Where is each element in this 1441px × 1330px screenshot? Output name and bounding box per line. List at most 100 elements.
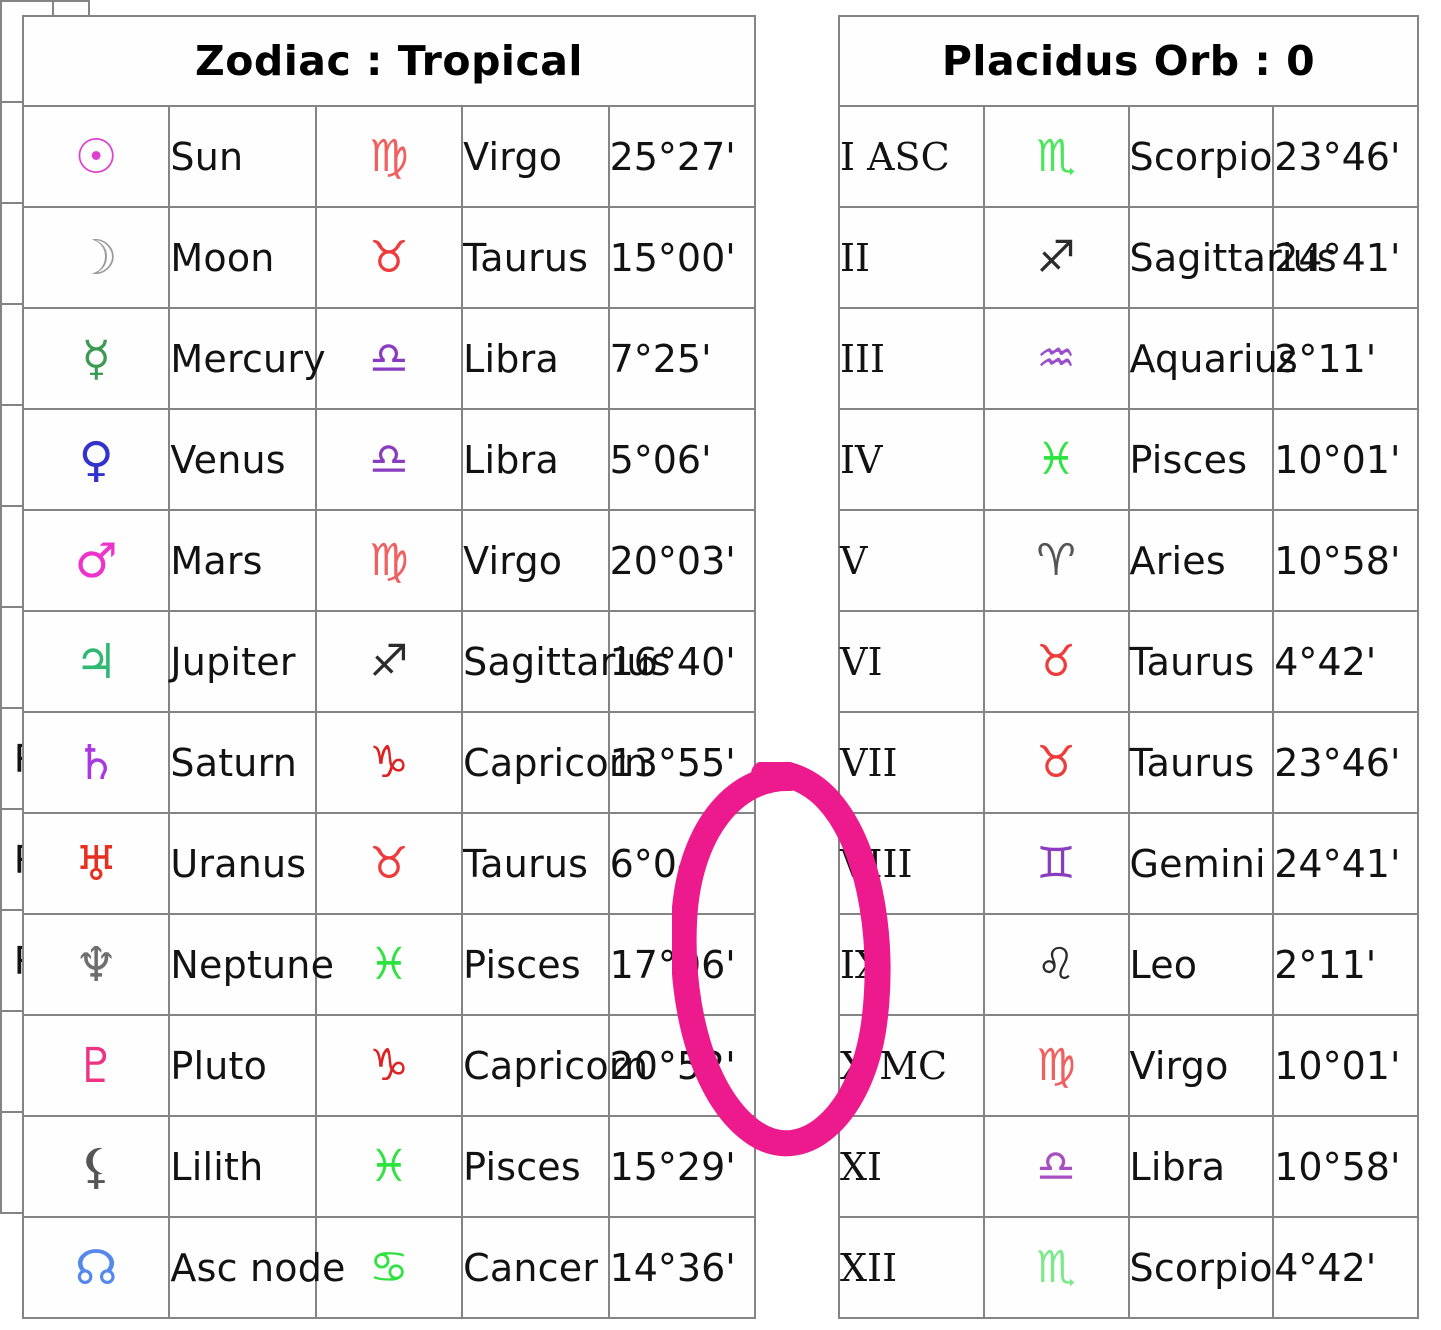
- planet-glyph-cell: ☽: [21, 206, 171, 309]
- table-row: X MC ♍ Virgo 10°01': [838, 1014, 1419, 1117]
- planet-glyph-cell: ♂: [21, 509, 171, 612]
- jupiter-symbol: ♃: [74, 633, 118, 690]
- house-number: IX: [838, 913, 985, 1016]
- planet-glyph-cell: ♃: [21, 610, 171, 713]
- uranus-symbol: ♅: [74, 835, 118, 892]
- planet-degree: 6°04': [607, 812, 757, 915]
- table-row: XII ♏ Scorpio 4°42': [838, 1216, 1419, 1319]
- planet-glyph-cell: ♀: [21, 408, 171, 511]
- planet-name: Uranus: [168, 812, 317, 915]
- neptune-symbol: ♆: [74, 936, 118, 993]
- zodiac-sign-glyph-cell: ♎: [982, 1115, 1130, 1218]
- planet-glyph-cell: ♅: [21, 812, 171, 915]
- venus-symbol: ♀: [78, 431, 114, 488]
- zodiac-sign-glyph-cell: ♑: [314, 711, 464, 814]
- planet-glyph-cell: ♄: [21, 711, 171, 814]
- zodiac-sign-glyph-cell: ♊: [982, 812, 1130, 915]
- table-row: ♅ Uranus ♉ Taurus 6°04': [21, 812, 757, 915]
- zodiac-sign-name: Taurus: [1127, 711, 1275, 814]
- zodiac-sign-glyph-cell: ♒: [982, 307, 1130, 410]
- planet-degree: 16°40': [607, 610, 757, 713]
- zodiac-sign-name: Libra: [461, 307, 610, 410]
- zodiac-sign-name: Taurus: [461, 206, 610, 309]
- table-row: XI ♎ Libra 10°58': [838, 1115, 1419, 1218]
- zodiac-sign-glyph-cell: ♑: [314, 1014, 464, 1117]
- taurus-symbol: ♉: [369, 231, 409, 283]
- moon-symbol: ☽: [74, 229, 118, 286]
- table-row: ☉ Sun ♍ Virgo 25°27': [21, 105, 757, 208]
- table-row: IX ♌ Leo 2°11': [838, 913, 1419, 1016]
- table-row: ☊ Asc node ♋ Cancer 14°36': [21, 1216, 757, 1319]
- zodiac-sign-name: Aquarius: [1127, 307, 1298, 410]
- house-number: XII: [838, 1216, 985, 1319]
- planet-degree: 15°29': [607, 1115, 757, 1218]
- planets-table: Zodiac : Tropical ☉ Sun ♍ Virgo 25°27' ☽ Moon ♉…: [21, 15, 757, 1319]
- house-number: VI: [838, 610, 985, 713]
- planets-header-row: Zodiac : Tropical: [22, 15, 756, 107]
- table-row: ♀ Venus ♎ Libra 5°06': [21, 408, 757, 511]
- pisces-symbol: ♓: [1036, 433, 1076, 485]
- house-degree: 2°11': [1272, 307, 1419, 410]
- house-number: IV: [838, 408, 985, 511]
- zodiac-sign-name: Gemini: [1127, 812, 1275, 915]
- zodiac-sign-glyph-cell: ♈: [982, 509, 1130, 612]
- zodiac-sign-glyph-cell: ♓: [314, 913, 464, 1016]
- zodiac-sign-glyph-cell: ♓: [314, 1115, 464, 1218]
- lilith-symbol: ⚸: [78, 1138, 114, 1195]
- planet-degree: 14°36': [607, 1216, 757, 1319]
- house-number: X MC: [838, 1014, 985, 1117]
- table-row: ♇ Pluto ♑ Capricorn 20°52': [21, 1014, 757, 1117]
- aries-symbol: ♈: [1036, 534, 1076, 586]
- house-number: I ASC: [838, 105, 985, 208]
- planet-degree: 5°06': [607, 408, 757, 511]
- table-row: V ♈ Aries 10°58': [838, 509, 1419, 612]
- virgo-symbol: ♍: [1036, 1039, 1076, 1091]
- libra-symbol: ♎: [369, 433, 409, 485]
- zodiac-sign-glyph-cell: ♍: [314, 105, 464, 208]
- mars-symbol: ♂: [74, 532, 118, 589]
- houses-table-title: Placidus Orb : 0: [838, 15, 1419, 107]
- planet-glyph-cell: ♆: [21, 913, 171, 1016]
- zodiac-sign-glyph-cell: ♌: [982, 913, 1130, 1016]
- planet-name: Mars: [168, 509, 317, 612]
- planet-name: Lilith: [168, 1115, 317, 1218]
- house-degree: 10°58': [1272, 1115, 1419, 1218]
- zodiac-sign-name: Aries: [1127, 509, 1275, 612]
- zodiac-sign-name: Leo: [1127, 913, 1275, 1016]
- table-row: VII ♉ Taurus 23°46': [838, 711, 1419, 814]
- house-number: VII: [838, 711, 985, 814]
- planet-name: Jupiter: [168, 610, 317, 713]
- scorpio-symbol: ♏: [1036, 130, 1076, 182]
- planet-degree: 20°03': [607, 509, 757, 612]
- zodiac-sign-name: Sagittarius: [461, 610, 670, 713]
- zodiac-sign-name: Virgo: [461, 105, 610, 208]
- table-row: ♆ Neptune ♓ Pisces 17°06': [21, 913, 757, 1016]
- planet-glyph-cell: ⚸: [21, 1115, 171, 1218]
- house-degree: 10°58': [1272, 509, 1419, 612]
- zodiac-sign-name: Capricorn: [461, 711, 648, 814]
- planet-glyph-cell: ☊: [21, 1216, 171, 1319]
- house-number: III: [838, 307, 985, 410]
- zodiac-sign-name: Taurus: [1127, 610, 1275, 713]
- taurus-symbol: ♉: [1036, 635, 1076, 687]
- capricorn-symbol: ♑: [369, 1039, 409, 1091]
- ascending-node-symbol: ☊: [74, 1239, 118, 1296]
- table-row: VI ♉ Taurus 4°42': [838, 610, 1419, 713]
- planet-degree: 7°25': [607, 307, 757, 410]
- table-row: II ♐ Sagittarius 24°41': [838, 206, 1419, 309]
- house-degree: 24°41': [1272, 206, 1419, 309]
- pisces-symbol: ♓: [369, 938, 409, 990]
- zodiac-sign-name: Virgo: [1127, 1014, 1275, 1117]
- zodiac-sign-name: Libra: [1127, 1115, 1275, 1218]
- zodiac-sign-glyph-cell: ♉: [314, 812, 464, 915]
- house-degree: 4°42': [1272, 1216, 1419, 1319]
- zodiac-sign-glyph-cell: ♉: [314, 206, 464, 309]
- planet-glyph-cell: ☿: [21, 307, 171, 410]
- planet-degree: 25°27': [607, 105, 757, 208]
- house-degree: 2°11': [1272, 913, 1419, 1016]
- sagittarius-symbol: ♐: [369, 635, 409, 687]
- sagittarius-symbol: ♐: [1036, 231, 1076, 283]
- planet-name: Saturn: [168, 711, 317, 814]
- zodiac-sign-glyph-cell: ♉: [982, 610, 1130, 713]
- house-degree: 24°41': [1272, 812, 1419, 915]
